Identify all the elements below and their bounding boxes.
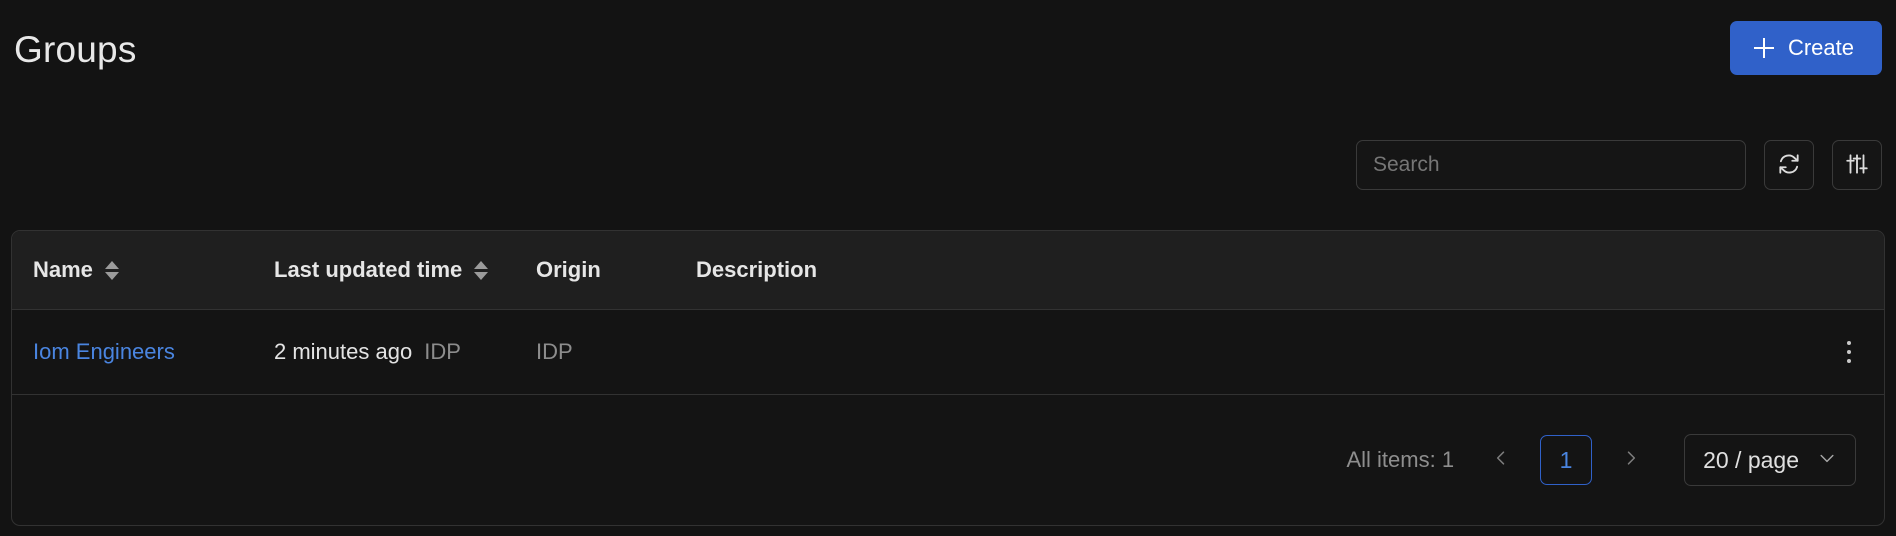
cell-origin: IDP <box>536 339 696 365</box>
column-header-origin: Origin <box>536 257 696 283</box>
chevron-right-icon <box>1621 448 1641 473</box>
column-header-origin-label: Origin <box>536 257 601 282</box>
groups-table: Name Last updated time Origin Descriptio… <box>11 230 1885 526</box>
page-number-1[interactable]: 1 <box>1540 435 1593 485</box>
chevron-left-icon <box>1491 448 1511 473</box>
page-size-label: 20 / page <box>1703 446 1799 473</box>
cell-actions <box>1814 335 1884 369</box>
column-header-description-label: Description <box>696 257 818 282</box>
cell-name: Iom Engineers <box>12 339 274 365</box>
group-name-link[interactable]: Iom Engineers <box>33 339 175 364</box>
refresh-icon <box>1776 151 1802 180</box>
create-button-label: Create <box>1787 35 1854 60</box>
kebab-menu-icon[interactable] <box>1841 335 1857 369</box>
pagination: All items: 1 1 20 / page <box>1346 434 1856 486</box>
updated-source-value: IDP <box>424 339 461 364</box>
page-header: Groups Create <box>0 0 1896 96</box>
prev-page-button[interactable] <box>1484 438 1518 482</box>
table-row: Iom Engineers 2 minutes ago IDP IDP <box>12 310 1884 395</box>
origin-value: IDP <box>536 339 573 364</box>
filter-button[interactable] <box>1832 140 1882 190</box>
search-input[interactable] <box>1356 140 1746 190</box>
chevron-down-icon <box>1817 447 1837 474</box>
column-header-name-label: Name <box>33 257 93 282</box>
table-header-row: Name Last updated time Origin Descriptio… <box>12 231 1884 310</box>
page-title: Groups <box>14 28 137 70</box>
all-items-count: All items: 1 <box>1346 447 1455 472</box>
refresh-button[interactable] <box>1764 140 1814 190</box>
page-size-select[interactable]: 20 / page <box>1684 434 1856 486</box>
sort-updated-icon[interactable] <box>474 260 489 280</box>
create-button[interactable]: Create <box>1729 21 1882 75</box>
filter-sliders-icon <box>1844 151 1870 180</box>
sort-name-icon[interactable] <box>104 260 119 280</box>
column-header-updated-label: Last updated time <box>274 257 463 282</box>
updated-time-value: 2 minutes ago <box>274 339 413 364</box>
column-header-updated[interactable]: Last updated time <box>274 257 536 283</box>
cell-updated: 2 minutes ago IDP <box>274 339 536 365</box>
column-header-name[interactable]: Name <box>12 257 274 283</box>
column-header-description: Description <box>696 257 1814 283</box>
next-page-button[interactable] <box>1614 438 1648 482</box>
table-toolbar <box>1356 140 1882 190</box>
table-footer: All items: 1 1 20 / page <box>12 395 1884 525</box>
groups-page: Groups Create Search Name Last updated t… <box>0 0 1896 536</box>
plus-icon <box>1753 38 1774 58</box>
